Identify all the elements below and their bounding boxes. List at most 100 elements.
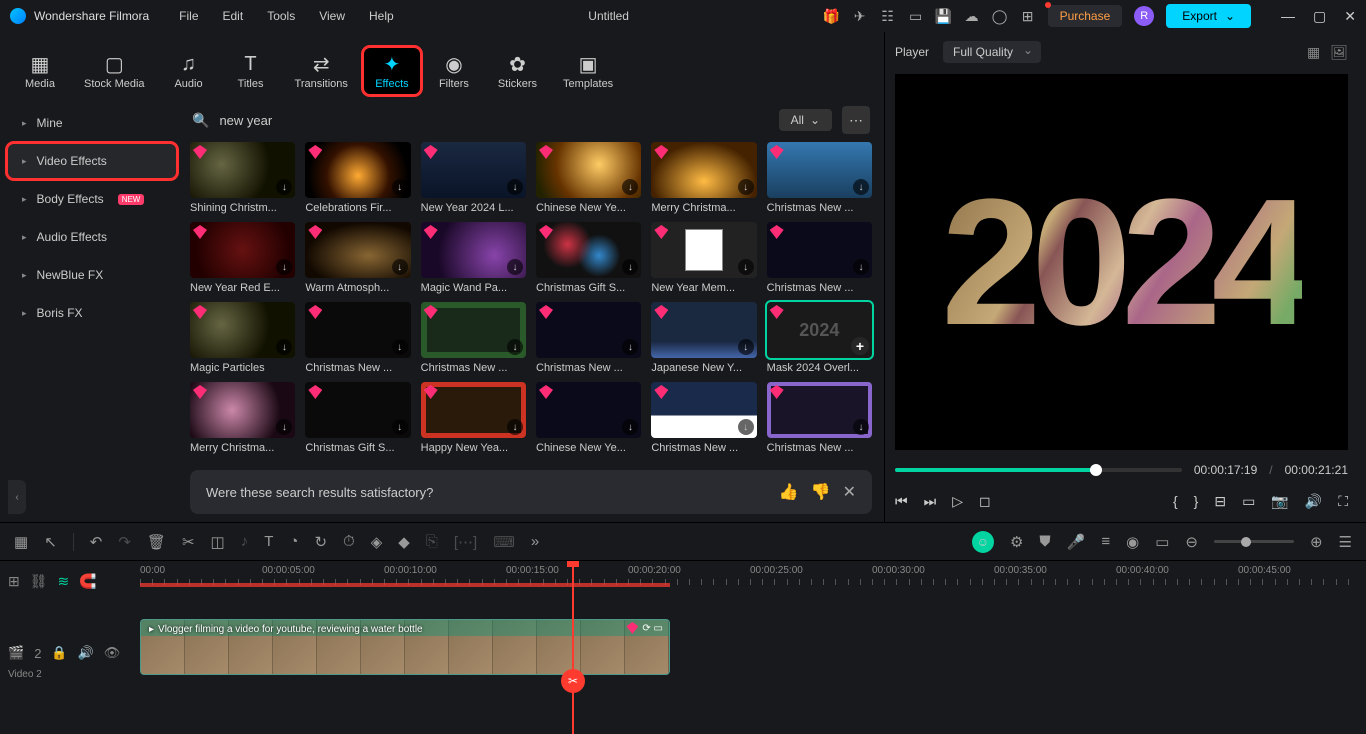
effect-thumbnail[interactable]: ↓ [651,302,756,358]
color-button[interactable]: ◆ [398,533,410,551]
effect-thumbnail[interactable]: ↓ [767,142,872,198]
quality-dropdown[interactable]: Full Quality [943,41,1041,63]
effect-thumbnail[interactable]: ↓ [305,302,410,358]
cloud-icon[interactable]: ☁ [964,8,980,24]
effect-thumbnail[interactable]: ↓ [651,382,756,438]
download-icon[interactable]: ↓ [738,179,754,195]
video-preview[interactable]: 2024 [895,74,1348,450]
zoom-slider[interactable] [1214,540,1294,543]
timeline-body[interactable]: 00:0000:00:05:0000:00:10:0000:00:15:0000… [140,561,1366,734]
mute-icon[interactable]: 🔊 [78,645,94,661]
download-icon[interactable]: ↓ [738,339,754,355]
display-button[interactable]: ▭ [1242,493,1255,510]
effect-thumbnail[interactable]: ↓ [190,382,295,438]
menu-view[interactable]: View [319,9,345,23]
purchase-button[interactable]: Purchase [1048,5,1123,27]
effect-card[interactable]: ↓Happy New Yea... [421,382,526,454]
effect-card[interactable]: ↓Christmas New ... [305,302,410,374]
effect-thumbnail[interactable]: ↓ [651,142,756,198]
tab-audio[interactable]: ♫Audio [161,48,217,94]
effect-card[interactable]: ↓Celebrations Fir... [305,142,410,214]
export-button[interactable]: Export⌄ [1166,4,1251,28]
collapse-sidebar-button[interactable]: ‹ [8,480,26,514]
download-icon[interactable]: ↓ [853,419,869,435]
download-icon[interactable]: ↓ [392,339,408,355]
menu-file[interactable]: File [179,9,198,23]
effect-card[interactable]: ↓Christmas New ... [767,222,872,294]
download-icon[interactable]: ↓ [622,259,638,275]
download-icon[interactable]: ↓ [622,179,638,195]
download-icon[interactable]: ↓ [622,339,638,355]
effect-thumbnail[interactable]: ↓ [305,382,410,438]
support-icon[interactable]: ◯ [992,8,1008,24]
messages-icon[interactable]: ☷ [880,8,896,24]
effect-thumbnail[interactable]: ↓ [305,142,410,198]
download-icon[interactable]: ↓ [853,179,869,195]
effect-card[interactable]: ↓Christmas New ... [767,382,872,454]
zoom-in-button[interactable]: ⊕ [1310,533,1323,551]
effect-card[interactable]: ↓New Year Red E... [190,222,295,294]
video-clip[interactable]: ⟳ ▭ ▸Vlogger filming a video for youtube… [140,619,670,675]
mark-out-button[interactable]: } [1194,493,1199,509]
effect-thumbnail[interactable]: ↓ [536,382,641,438]
effect-thumbnail[interactable]: ↓ [536,222,641,278]
timer-button[interactable]: ⏱ [343,533,355,550]
search-input[interactable] [219,113,768,128]
effect-thumbnail[interactable]: ↓ [421,302,526,358]
copy-button[interactable]: ⎘ [426,533,438,550]
menu-tools[interactable]: Tools [267,9,295,23]
download-icon[interactable]: ↓ [507,179,523,195]
more-options-button[interactable]: ⋯ [842,106,870,134]
feedback-close-button[interactable]: ✕ [843,482,856,502]
sidebar-item-body-effects[interactable]: ▸Body EffectsNEW [8,182,176,216]
effect-card[interactable]: ↓Christmas Gift S... [305,382,410,454]
effect-card[interactable]: ↓Shining Christm... [190,142,295,214]
ai-button[interactable]: ☺ [972,531,994,553]
user-avatar[interactable]: R [1134,6,1154,26]
effect-card[interactable]: 2024+Mask 2024 Overl... [767,302,872,374]
save-icon[interactable]: 💾 [936,8,952,24]
zoom-out-button[interactable]: ⊖ [1185,533,1198,551]
sidebar-item-audio-effects[interactable]: ▸Audio Effects [8,220,176,254]
screen-icon[interactable]: ▭ [908,8,924,24]
gift-icon[interactable]: 🎁 [824,8,840,24]
split-button[interactable]: ✂ [561,669,585,693]
effect-card[interactable]: ↓Merry Christma... [651,142,756,214]
mic-button[interactable]: 🎤 [1067,533,1086,551]
tab-titles[interactable]: TTitles [223,48,279,94]
rotate-button[interactable]: ↻ [314,533,327,551]
effect-thumbnail[interactable]: ↓ [190,302,295,358]
send-icon[interactable]: ✈ [852,8,868,24]
snapshot-button[interactable]: 📷 [1271,493,1288,510]
tab-stock-media[interactable]: ▢Stock Media [74,48,155,94]
download-icon[interactable]: ↓ [507,259,523,275]
download-icon[interactable]: ↓ [738,259,754,275]
visibility-icon[interactable]: 👁 [104,645,121,661]
picture-icon[interactable]: 🖼 [1330,44,1348,61]
play-button[interactable]: ▷ [952,493,963,510]
add-effect-button[interactable]: + [851,337,869,355]
delete-button[interactable]: 🗑 [147,533,166,551]
effect-card[interactable]: ↓Warm Atmosph... [305,222,410,294]
maximize-button[interactable]: ▢ [1313,8,1326,25]
track-button[interactable]: ◈ [371,533,383,551]
tab-filters[interactable]: ◉Filters [426,48,482,94]
effect-thumbnail[interactable]: ↓ [421,382,526,438]
effect-thumbnail[interactable]: ↓ [190,142,295,198]
fullscreen-button[interactable]: ⛶ [1338,493,1348,510]
effect-thumbnail[interactable]: ↓ [305,222,410,278]
add-track-icon[interactable]: ⊞ [8,573,20,590]
speed-button[interactable]: ◔ [289,533,298,550]
sidebar-item-video-effects[interactable]: ▸Video Effects [8,144,176,178]
download-icon[interactable]: ↓ [392,179,408,195]
effect-card[interactable]: ↓Chinese New Ye... [536,382,641,454]
sidebar-item-newblue-fx[interactable]: ▸NewBlue FX [8,258,176,292]
next-frame-button[interactable]: ⏭ [924,493,937,510]
magnet-icon[interactable]: 🧲 [79,573,96,590]
tab-templates[interactable]: ▣Templates [553,48,623,94]
select-tool-icon[interactable]: ▦ [14,533,28,551]
record-button[interactable]: ◉ [1126,533,1139,551]
list-button[interactable]: ☰ [1339,533,1352,551]
download-icon[interactable]: ↓ [276,339,292,355]
settings-gear-icon[interactable]: ⚙ [1010,533,1023,551]
